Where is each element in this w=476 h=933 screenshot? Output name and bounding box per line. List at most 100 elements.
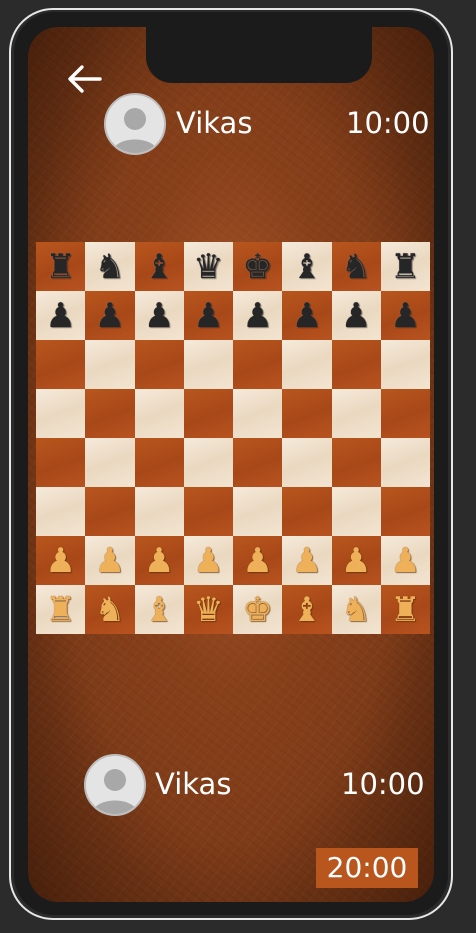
square-d6[interactable]: [183, 340, 233, 389]
black-pawn-icon[interactable]: ♟: [390, 299, 420, 333]
square-b7[interactable]: ♟: [85, 291, 135, 340]
square-f3[interactable]: [282, 487, 332, 536]
back-arrow-icon[interactable]: [66, 64, 106, 100]
square-a4[interactable]: [36, 438, 86, 487]
square-e1[interactable]: ♚: [233, 585, 283, 634]
square-b6[interactable]: [85, 340, 135, 389]
square-e2[interactable]: ♟: [233, 536, 283, 585]
white-pawn-icon[interactable]: ♟: [292, 544, 322, 578]
square-a8[interactable]: ♜: [36, 242, 86, 291]
square-g7[interactable]: ♟: [331, 291, 381, 340]
black-pawn-icon[interactable]: ♟: [95, 299, 125, 333]
black-pawn-icon[interactable]: ♟: [45, 299, 75, 333]
square-e4[interactable]: [233, 438, 283, 487]
square-b1[interactable]: ♞: [85, 585, 135, 634]
square-h2[interactable]: ♟: [380, 536, 430, 585]
square-b5[interactable]: [85, 389, 135, 438]
square-e6[interactable]: [233, 340, 283, 389]
white-pawn-icon[interactable]: ♟: [45, 544, 75, 578]
square-h5[interactable]: [380, 389, 430, 438]
square-d3[interactable]: [183, 487, 233, 536]
square-g8[interactable]: ♞: [331, 242, 381, 291]
square-h3[interactable]: [380, 487, 430, 536]
square-c1[interactable]: ♝: [134, 585, 184, 634]
square-g4[interactable]: [331, 438, 381, 487]
square-b8[interactable]: ♞: [85, 242, 135, 291]
square-c3[interactable]: [134, 487, 184, 536]
square-e5[interactable]: [233, 389, 283, 438]
square-a7[interactable]: ♟: [36, 291, 86, 340]
square-g3[interactable]: [331, 487, 381, 536]
square-c6[interactable]: [134, 340, 184, 389]
square-c2[interactable]: ♟: [134, 536, 184, 585]
white-pawn-icon[interactable]: ♟: [242, 544, 272, 578]
square-c8[interactable]: ♝: [134, 242, 184, 291]
square-d8[interactable]: ♛: [183, 242, 233, 291]
square-f7[interactable]: ♟: [282, 291, 332, 340]
square-a3[interactable]: [36, 487, 86, 536]
square-a1[interactable]: ♜: [36, 585, 86, 634]
square-h8[interactable]: ♜: [380, 242, 430, 291]
black-pawn-icon[interactable]: ♟: [193, 299, 223, 333]
square-f5[interactable]: [282, 389, 332, 438]
white-pawn-icon[interactable]: ♟: [144, 544, 174, 578]
black-rook-icon[interactable]: ♜: [45, 250, 75, 284]
black-knight-icon[interactable]: ♞: [95, 250, 125, 284]
square-c7[interactable]: ♟: [134, 291, 184, 340]
black-bishop-icon[interactable]: ♝: [144, 250, 174, 284]
white-king-icon[interactable]: ♚: [242, 593, 272, 627]
square-b2[interactable]: ♟: [85, 536, 135, 585]
square-d4[interactable]: [183, 438, 233, 487]
chess-board[interactable]: ♜ ♞ ♝ ♛ ♚ ♝ ♞ ♜ ♟ ♟ ♟ ♟ ♟ ♟ ♟ ♟ ♟ ♟ ♟ ♟ ♟ ♟ ♟ ♟ ♜ ♞ ♝ ♛ ♚ ♝ ♞ ♜: [36, 242, 430, 634]
square-e7[interactable]: ♟: [233, 291, 283, 340]
square-h1[interactable]: ♜: [380, 585, 430, 634]
black-bishop-icon[interactable]: ♝: [292, 250, 322, 284]
black-knight-icon[interactable]: ♞: [341, 250, 371, 284]
square-a5[interactable]: [36, 389, 86, 438]
white-bishop-icon[interactable]: ♝: [292, 593, 322, 627]
bottom-player-name: Vikas: [155, 767, 232, 801]
white-pawn-icon[interactable]: ♟: [95, 544, 125, 578]
white-knight-icon[interactable]: ♞: [95, 593, 125, 627]
bottom-player-avatar: [84, 754, 146, 816]
square-d7[interactable]: ♟: [183, 291, 233, 340]
black-pawn-icon[interactable]: ♟: [144, 299, 174, 333]
black-pawn-icon[interactable]: ♟: [292, 299, 322, 333]
black-rook-icon[interactable]: ♜: [390, 250, 420, 284]
white-queen-icon[interactable]: ♛: [193, 593, 223, 627]
white-rook-icon[interactable]: ♜: [45, 593, 75, 627]
square-a6[interactable]: [36, 340, 86, 389]
square-h6[interactable]: [380, 340, 430, 389]
black-queen-icon[interactable]: ♛: [193, 250, 223, 284]
black-pawn-icon[interactable]: ♟: [341, 299, 371, 333]
square-f6[interactable]: [282, 340, 332, 389]
white-knight-icon[interactable]: ♞: [341, 593, 371, 627]
white-pawn-icon[interactable]: ♟: [193, 544, 223, 578]
black-king-icon[interactable]: ♚: [242, 250, 272, 284]
square-b4[interactable]: [85, 438, 135, 487]
square-f1[interactable]: ♝: [282, 585, 332, 634]
square-g6[interactable]: [331, 340, 381, 389]
square-e8[interactable]: ♚: [233, 242, 283, 291]
square-g1[interactable]: ♞: [331, 585, 381, 634]
black-pawn-icon[interactable]: ♟: [242, 299, 272, 333]
white-pawn-icon[interactable]: ♟: [390, 544, 420, 578]
square-d5[interactable]: [183, 389, 233, 438]
square-b3[interactable]: [85, 487, 135, 536]
square-g5[interactable]: [331, 389, 381, 438]
square-d1[interactable]: ♛: [183, 585, 233, 634]
square-g2[interactable]: ♟: [331, 536, 381, 585]
square-c4[interactable]: [134, 438, 184, 487]
white-pawn-icon[interactable]: ♟: [341, 544, 371, 578]
square-d2[interactable]: ♟: [183, 536, 233, 585]
white-bishop-icon[interactable]: ♝: [144, 593, 174, 627]
square-f4[interactable]: [282, 438, 332, 487]
square-e3[interactable]: [233, 487, 283, 536]
white-rook-icon[interactable]: ♜: [390, 593, 420, 627]
square-f8[interactable]: ♝: [282, 242, 332, 291]
square-a2[interactable]: ♟: [36, 536, 86, 585]
square-h7[interactable]: ♟: [380, 291, 430, 340]
square-f2[interactable]: ♟: [282, 536, 332, 585]
square-h4[interactable]: [380, 438, 430, 487]
square-c5[interactable]: [134, 389, 184, 438]
